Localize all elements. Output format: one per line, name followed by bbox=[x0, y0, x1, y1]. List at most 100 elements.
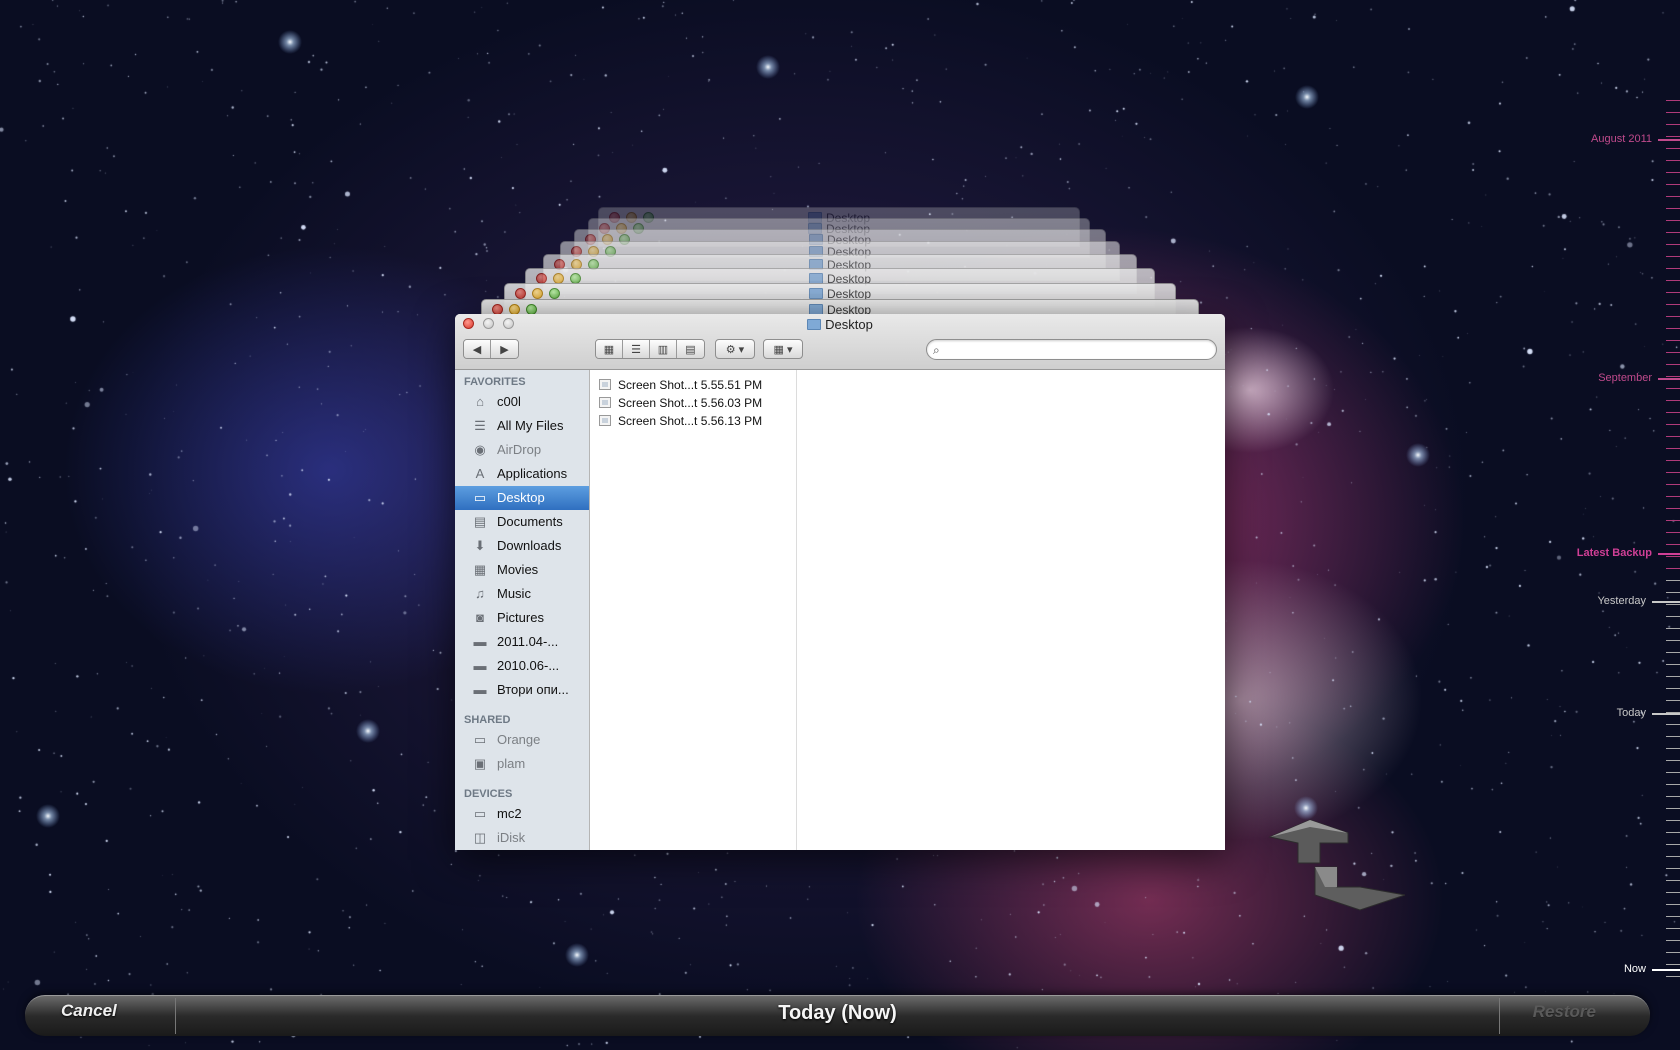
timeline-tick[interactable] bbox=[1666, 436, 1680, 437]
sidebar-item-c00l[interactable]: ⌂ c00l bbox=[455, 390, 589, 414]
sidebar-item-2010-06[interactable]: ▬ 2010.06-... bbox=[455, 654, 589, 678]
timeline-tick[interactable] bbox=[1666, 928, 1680, 929]
timeline-tick[interactable] bbox=[1666, 160, 1680, 161]
sidebar-item-втори-опи[interactable]: ▬ Втори опи... bbox=[455, 678, 589, 702]
timeline-tick[interactable] bbox=[1666, 844, 1680, 845]
timeline-tick[interactable] bbox=[1666, 760, 1680, 761]
timeline-tick[interactable] bbox=[1666, 868, 1680, 869]
timeline-tick[interactable] bbox=[1666, 496, 1680, 497]
column-view-button[interactable]: ▥ bbox=[650, 340, 677, 358]
timeline-tick[interactable] bbox=[1666, 328, 1680, 329]
timeline-label[interactable]: Now bbox=[1624, 963, 1646, 975]
timeline-tick[interactable] bbox=[1666, 736, 1680, 737]
timeline-tick[interactable] bbox=[1666, 484, 1680, 485]
back-in-time-arrow[interactable] bbox=[1268, 819, 1349, 864]
timeline-tick[interactable] bbox=[1666, 148, 1680, 149]
timeline-tick[interactable] bbox=[1666, 856, 1680, 857]
timeline-tick[interactable] bbox=[1666, 664, 1680, 665]
action-menu-button[interactable]: ⚙ ▾ bbox=[715, 339, 755, 359]
timeline-tick[interactable] bbox=[1666, 940, 1680, 941]
timeline-tick[interactable] bbox=[1666, 400, 1680, 401]
timeline-tick[interactable] bbox=[1666, 652, 1680, 653]
timeline-tick[interactable] bbox=[1666, 904, 1680, 905]
sidebar-item-airdrop[interactable]: ◉ AirDrop bbox=[455, 438, 589, 462]
timeline-tick[interactable] bbox=[1666, 688, 1680, 689]
timeline-tick[interactable] bbox=[1666, 388, 1680, 389]
sidebar-item-idisk[interactable]: ◫ iDisk bbox=[455, 826, 589, 850]
timeline-label[interactable]: September bbox=[1598, 372, 1652, 384]
timeline-tick[interactable] bbox=[1666, 304, 1680, 305]
timeline-tick[interactable] bbox=[1666, 532, 1680, 533]
timeline-label[interactable]: August 2011 bbox=[1591, 133, 1652, 145]
timeline-tick[interactable] bbox=[1666, 352, 1680, 353]
timeline-tick[interactable] bbox=[1666, 724, 1680, 725]
timeline-major-tick[interactable] bbox=[1658, 553, 1680, 555]
timeline-tick[interactable] bbox=[1666, 820, 1680, 821]
search-field[interactable]: ⌕ bbox=[926, 339, 1217, 360]
timeline-tick[interactable] bbox=[1666, 172, 1680, 173]
sidebar-item-desktop[interactable]: ▭ Desktop bbox=[455, 486, 589, 510]
timeline-tick[interactable] bbox=[1666, 136, 1680, 137]
timeline-tick[interactable] bbox=[1666, 220, 1680, 221]
timeline-tick[interactable] bbox=[1666, 340, 1680, 341]
sidebar-item-mc2[interactable]: ▭ mc2 bbox=[455, 802, 589, 826]
timeline-tick[interactable] bbox=[1666, 544, 1680, 545]
timeline-tick[interactable] bbox=[1666, 832, 1680, 833]
icon-view-button[interactable]: ▦ bbox=[596, 340, 623, 358]
timeline-tick[interactable] bbox=[1666, 640, 1680, 641]
timeline-tick[interactable] bbox=[1666, 124, 1680, 125]
restore-button[interactable]: Restore bbox=[1533, 1002, 1596, 1022]
timeline-tick[interactable] bbox=[1666, 520, 1680, 521]
timeline-tick[interactable] bbox=[1666, 796, 1680, 797]
timeline-tick[interactable] bbox=[1666, 268, 1680, 269]
timeline-tick[interactable] bbox=[1666, 460, 1680, 461]
timeline-tick[interactable] bbox=[1666, 772, 1680, 773]
timeline-tick[interactable] bbox=[1666, 880, 1680, 881]
timeline-tick[interactable] bbox=[1666, 232, 1680, 233]
timeline-tick[interactable] bbox=[1666, 808, 1680, 809]
sidebar-item-orange[interactable]: ▭ Orange bbox=[455, 728, 589, 752]
sidebar-item-applications[interactable]: A Applications bbox=[455, 462, 589, 486]
back-button[interactable]: ◀ bbox=[464, 340, 491, 358]
timeline-major-tick[interactable] bbox=[1652, 969, 1680, 971]
coverflow-view-button[interactable]: ▤ bbox=[677, 340, 704, 358]
file-item[interactable]: Screen Shot...t 5.56.03 PM bbox=[591, 394, 796, 412]
timeline-tick[interactable] bbox=[1666, 424, 1680, 425]
timeline-tick[interactable] bbox=[1666, 208, 1680, 209]
timeline-label[interactable]: Latest Backup bbox=[1577, 547, 1652, 559]
sidebar-item-plam[interactable]: ▣ plam bbox=[455, 752, 589, 776]
timeline-major-tick[interactable] bbox=[1658, 139, 1680, 141]
timeline-tick[interactable] bbox=[1666, 676, 1680, 677]
timeline-tick[interactable] bbox=[1666, 412, 1680, 413]
timeline-tick[interactable] bbox=[1666, 112, 1680, 113]
forward-button[interactable]: ▶ bbox=[491, 340, 518, 358]
timeline-tick[interactable] bbox=[1666, 628, 1680, 629]
timeline-major-tick[interactable] bbox=[1658, 378, 1680, 380]
timeline-tick[interactable] bbox=[1666, 892, 1680, 893]
timeline-tick[interactable] bbox=[1666, 376, 1680, 377]
list-view-button[interactable]: ☰ bbox=[623, 340, 650, 358]
timeline-tick[interactable] bbox=[1666, 748, 1680, 749]
timeline-tick[interactable] bbox=[1666, 784, 1680, 785]
timeline-tick[interactable] bbox=[1666, 280, 1680, 281]
timeline-tick[interactable] bbox=[1666, 952, 1680, 953]
timeline-tick[interactable] bbox=[1666, 472, 1680, 473]
timeline-tick[interactable] bbox=[1666, 580, 1680, 581]
timeline-tick[interactable] bbox=[1666, 604, 1680, 605]
timeline-tick[interactable] bbox=[1666, 508, 1680, 509]
file-item[interactable]: Screen Shot...t 5.56.13 PM bbox=[591, 412, 796, 430]
timeline-tick[interactable] bbox=[1666, 196, 1680, 197]
timeline-tick[interactable] bbox=[1666, 292, 1680, 293]
sidebar-item-pictures[interactable]: ◙ Pictures bbox=[455, 606, 589, 630]
timeline-label[interactable]: Today bbox=[1617, 707, 1646, 719]
timeline-tick[interactable] bbox=[1666, 556, 1680, 557]
timeline-tick[interactable] bbox=[1666, 700, 1680, 701]
search-input[interactable] bbox=[949, 342, 1208, 358]
timeline-tick[interactable] bbox=[1666, 100, 1680, 101]
timeline-tick[interactable] bbox=[1666, 256, 1680, 257]
timeline-tick[interactable] bbox=[1666, 916, 1680, 917]
sidebar-item-movies[interactable]: ▦ Movies bbox=[455, 558, 589, 582]
sidebar-item-documents[interactable]: ▤ Documents bbox=[455, 510, 589, 534]
timeline-tick[interactable] bbox=[1666, 976, 1680, 977]
forward-in-time-arrow[interactable] bbox=[1314, 866, 1406, 911]
